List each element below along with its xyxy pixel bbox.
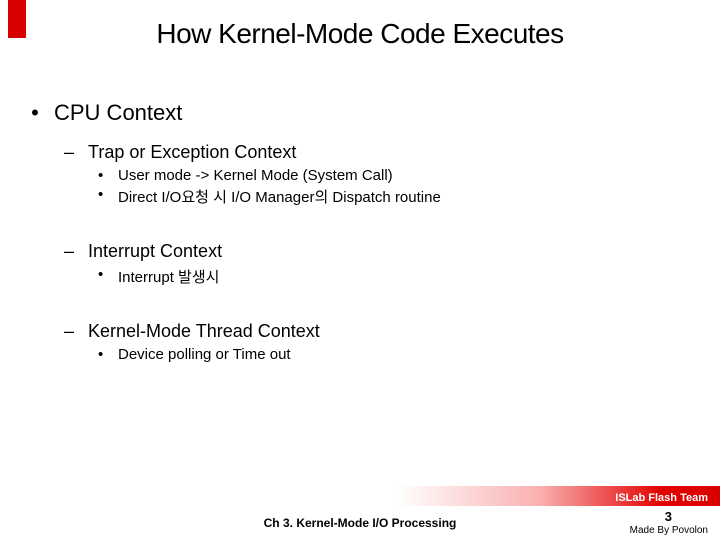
bullet-lvl3: • Direct I/O요청 시 I/O Manager의 Dispatch r… <box>98 186 690 207</box>
bullet-dot-icon: • <box>98 167 108 184</box>
footer-madeby-label: Made By Povolon <box>630 525 708 536</box>
dash-icon: – <box>64 321 76 342</box>
lvl3-text: Interrupt 발생시 <box>118 266 219 287</box>
footer-chapter-label: Ch 3. Kernel-Mode I/O Processing <box>0 516 720 530</box>
lvl2-text: Interrupt Context <box>88 241 222 262</box>
lvl3-text: Device polling or Time out <box>118 346 291 363</box>
spacer <box>30 289 690 317</box>
bullet-lvl1: • CPU Context <box>30 100 690 126</box>
bullet-lvl3: • Interrupt 발생시 <box>98 266 690 287</box>
spacer <box>30 209 690 237</box>
lvl3-text: Direct I/O요청 시 I/O Manager의 Dispatch rou… <box>118 186 441 207</box>
dash-icon: – <box>64 142 76 163</box>
lvl3-text: User mode -> Kernel Mode (System Call) <box>118 167 393 184</box>
slide: How Kernel-Mode Code Executes • CPU Cont… <box>0 0 720 540</box>
bullet-dot-icon: • <box>30 100 40 126</box>
bullet-dot-icon: • <box>98 346 108 363</box>
lvl2-text: Kernel-Mode Thread Context <box>88 321 320 342</box>
slide-title: How Kernel-Mode Code Executes <box>0 18 720 50</box>
footer-team-label: ISLab Flash Team <box>615 492 708 504</box>
bullet-lvl3: • Device polling or Time out <box>98 346 690 363</box>
bullet-lvl2: – Trap or Exception Context <box>64 142 690 163</box>
dash-icon: – <box>64 241 76 262</box>
bullet-dot-icon: • <box>98 186 108 207</box>
bullet-lvl2: – Kernel-Mode Thread Context <box>64 321 690 342</box>
bullet-lvl3: • User mode -> Kernel Mode (System Call) <box>98 167 690 184</box>
footer-gradient-band <box>0 486 720 506</box>
lvl1-text: CPU Context <box>54 100 182 126</box>
content-area: • CPU Context – Trap or Exception Contex… <box>30 100 690 365</box>
bullet-dot-icon: • <box>98 266 108 287</box>
lvl2-text: Trap or Exception Context <box>88 142 296 163</box>
footer-page-number: 3 <box>665 509 672 524</box>
bullet-lvl2: – Interrupt Context <box>64 241 690 262</box>
